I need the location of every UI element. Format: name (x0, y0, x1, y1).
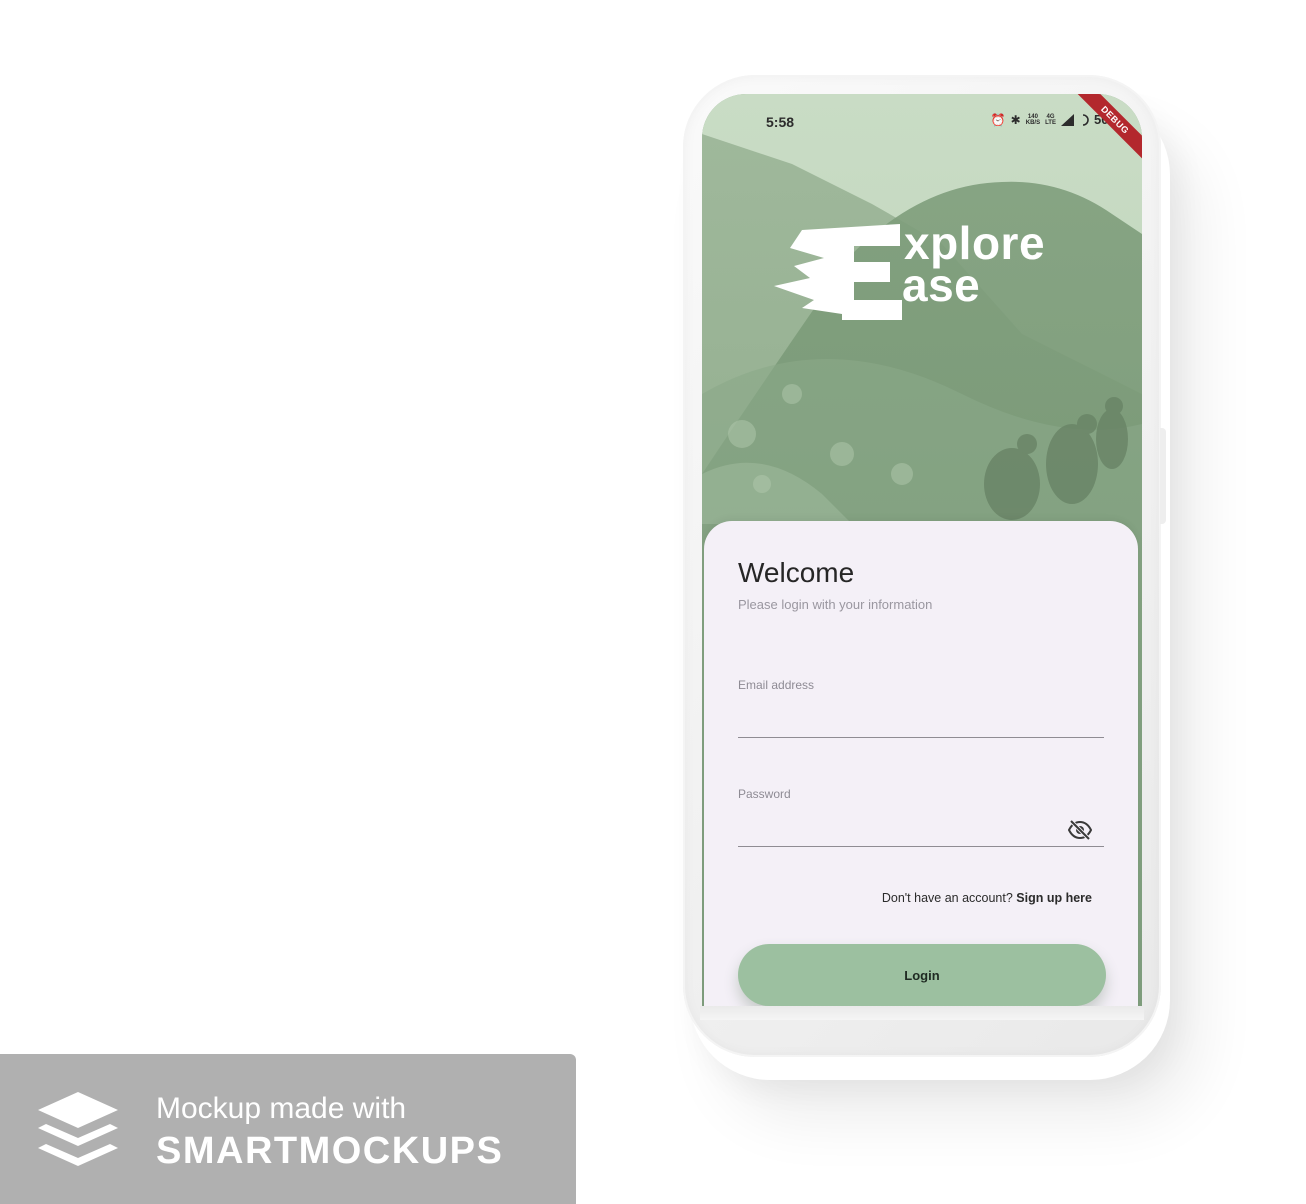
layers-icon (38, 1092, 118, 1166)
bluetooth-icon: ✱ (1010, 112, 1021, 127)
password-field[interactable] (738, 816, 1104, 847)
net-speed-value: 140 (1027, 113, 1038, 120)
welcome-subtitle: Please login with your information (738, 597, 933, 612)
signup-link[interactable]: Sign up here (1016, 891, 1092, 905)
email-field[interactable] (738, 707, 1104, 738)
signal-icon (1060, 113, 1074, 126)
logo-line-2: ase (902, 259, 981, 311)
status-time: 5:58 (766, 114, 795, 130)
net-speed-unit: KB/S (1025, 119, 1041, 126)
eye-off-icon[interactable] (1068, 818, 1092, 842)
network-lte: LTE (1045, 119, 1056, 126)
network-type: 4G LTE (1045, 114, 1056, 126)
phone-side-button (1160, 428, 1166, 524)
watermark-brand: SMARTMOCKUPS (156, 1130, 504, 1172)
watermark-badge: Mockup made with SMARTMOCKUPS (0, 1054, 576, 1204)
alarm-icon: ⏰ (990, 112, 1006, 127)
signup-question: Don't have an account? (881, 891, 1013, 905)
email-label: Email address (738, 678, 815, 692)
canvas: 5:58 ⏰ ✱ 140 KB/S 4G LTE 50% DEBUG (0, 0, 1306, 1204)
screen-bottom-edge (700, 1006, 1144, 1020)
login-card: Welcome Please login with your informati… (704, 521, 1138, 1006)
signup-prompt: Don't have an account? Sign up here (882, 891, 1092, 905)
network-gen: 4G (1046, 113, 1055, 120)
welcome-title: Welcome (738, 557, 855, 588)
password-label: Password (738, 787, 791, 801)
login-button[interactable]: Login (738, 944, 1106, 1006)
net-speed: 140 KB/S (1026, 114, 1040, 126)
battery-icon (1082, 113, 1089, 126)
phone-screen: 5:58 ⏰ ✱ 140 KB/S 4G LTE 50% DEBUG (702, 94, 1142, 1006)
watermark-line-1: Mockup made with (156, 1092, 407, 1125)
